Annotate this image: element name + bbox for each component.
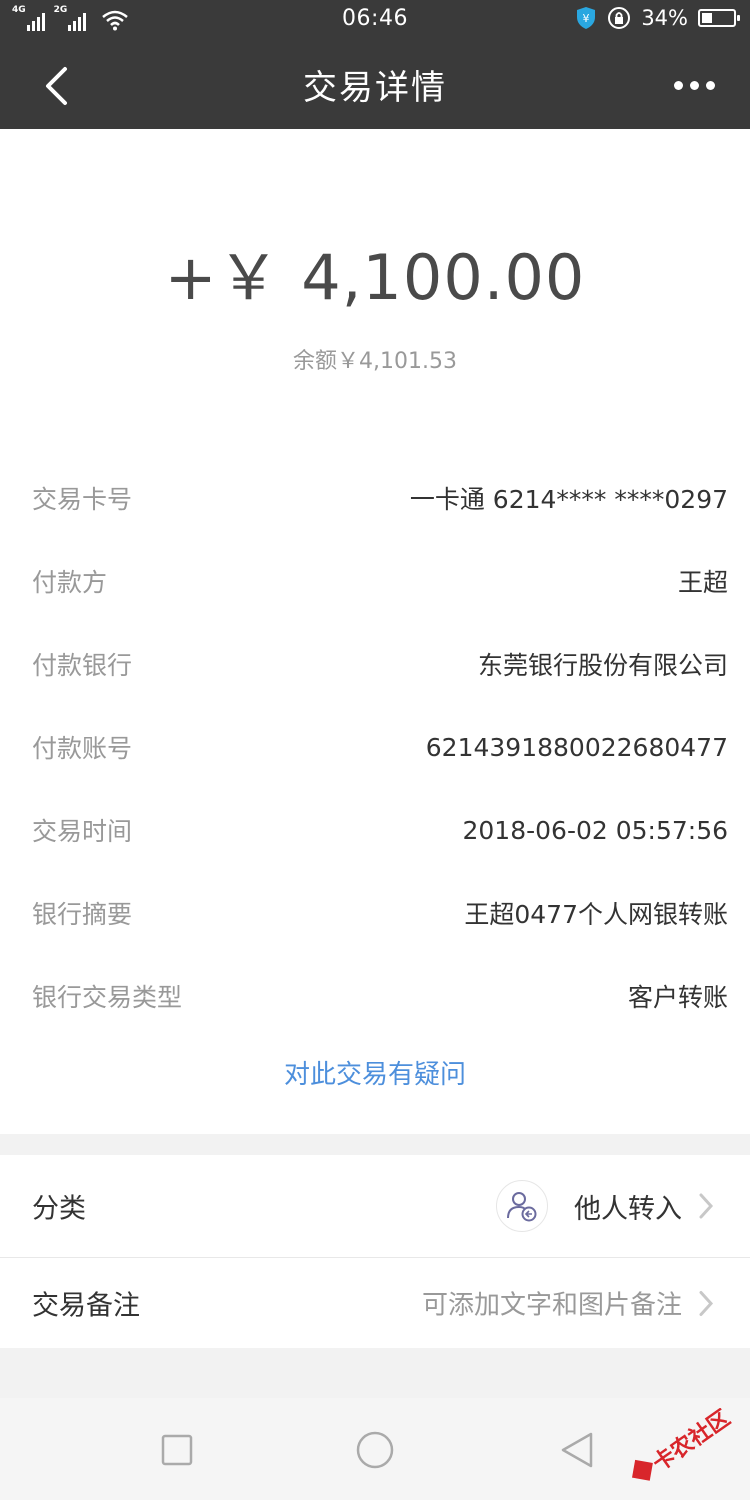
detail-row-bank-summary: 银行摘要 王超0477个人网银转账 [32,893,728,933]
shield-icon: ¥ [577,7,596,29]
battery-percent: 34% [641,6,688,30]
chevron-right-icon [698,1288,720,1318]
detail-value: 王超 [677,568,728,597]
detail-value: 2018-06-02 05:57:56 [462,815,728,845]
note-label: 交易备注 [32,1290,140,1322]
watermark-text: 卡农社区 [648,1408,735,1477]
home-button[interactable] [353,1428,397,1472]
detail-label: 交易卡号 [32,485,133,514]
detail-label: 付款银行 [32,651,133,680]
detail-row-payer: 付款方 王超 [32,561,728,601]
category-row[interactable]: 分类 他人转入 [0,1155,750,1257]
detail-row-card-number: 交易卡号 一卡通 6214**** ****0297 [32,478,728,518]
detail-label: 付款方 [32,568,108,597]
rotation-lock-icon [608,7,631,29]
detail-row-payer-account: 付款账号 6214391880022680477 [32,727,728,767]
chevron-left-icon [46,67,67,105]
battery-fill [702,13,712,23]
status-bar: 4G 2G 06:46 ¥ 34% [0,0,750,40]
detail-label: 银行交易类型 [32,983,183,1012]
more-dot [689,80,699,90]
detail-label: 交易时间 [32,817,133,846]
detail-row-time: 交易时间 2018-06-02 05:57:56 [32,810,728,850]
account-balance: 余额￥4,101.53 [293,349,457,374]
category-value: 他人转入 [574,1193,682,1225]
more-dot [705,80,715,90]
detail-row-payer-bank: 付款银行 东莞银行股份有限公司 [32,644,728,684]
more-button[interactable] [666,62,722,108]
chevron-right-icon [698,1191,720,1221]
watermark-logo: 卡农社区 [632,1408,735,1481]
back-triangle-icon [561,1432,593,1468]
battery-icon [698,9,740,27]
back-nav-button[interactable] [555,1428,599,1472]
transaction-query-link[interactable]: 对此交易有疑问 [0,1054,750,1091]
svg-text:¥: ¥ [583,12,590,25]
transaction-note-row[interactable]: 交易备注 可添加文字和图片备注 [0,1258,750,1348]
more-dot [673,80,683,90]
note-placeholder: 可添加文字和图片备注 [421,1290,682,1321]
nav-bar: 交易详情 [0,40,750,129]
detail-value: 一卡通 6214**** ****0297 [409,485,728,514]
back-button[interactable] [28,58,84,114]
detail-label: 银行摘要 [32,900,133,929]
detail-value: 东莞银行股份有限公司 [477,651,728,680]
status-icons: ¥ 34% [575,6,740,30]
person-transfer-icon [496,1180,548,1232]
recent-apps-button[interactable] [155,1428,199,1472]
transaction-amount: +￥ 4,100.00 [164,241,586,314]
detail-value: 客户转账 [627,983,728,1012]
page-title: 交易详情 [303,68,447,108]
detail-value: 6214391880022680477 [425,732,728,762]
detail-label: 付款账号 [32,734,133,763]
note-right: 可添加文字和图片备注 [422,1285,720,1322]
detail-value: 王超0477个人网银转账 [464,900,728,929]
category-label: 分类 [32,1193,86,1225]
recent-apps-icon [161,1434,193,1466]
category-right: 他人转入 [496,1180,720,1232]
home-icon [356,1431,394,1469]
transaction-card: +￥ 4,100.00 余额￥4,101.53 交易卡号 一卡通 6214***… [0,129,750,1134]
detail-row-transaction-type: 银行交易类型 客户转账 [32,976,728,1016]
